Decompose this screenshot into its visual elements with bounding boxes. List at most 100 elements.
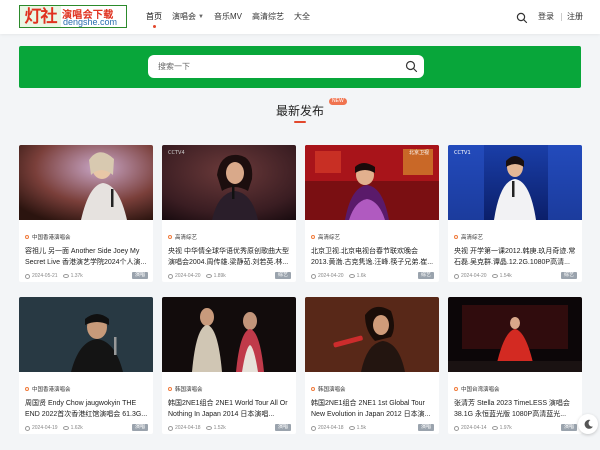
video-card[interactable]: 北京卫视 高清综艺 北京卫视.北京电视台春节联欢晚会2013.黄渤.古克隽逸.汪… — [305, 145, 439, 282]
theme-toggle-button[interactable] — [578, 414, 598, 434]
type-tag[interactable]: 综艺 — [417, 272, 434, 279]
category-dot-icon — [25, 235, 29, 239]
category-text: 高清综艺 — [175, 235, 198, 241]
card-meta: 2024-04-20 1.89k — [168, 273, 292, 279]
clock-icon — [25, 273, 30, 279]
register-link[interactable]: 注册 — [567, 0, 583, 34]
card-meta: 2024-05-21 1.37k — [25, 273, 149, 279]
card-title[interactable]: 央视 开学第一课2012.韩庚.玖月奇迹.常石磊.吴克群.谭晶.12.2G.10… — [454, 246, 578, 268]
post-date: 2024-04-20 — [318, 273, 344, 279]
moon-icon — [584, 419, 593, 429]
site-logo[interactable]: 灯社 演唱会下载 dengshe.com — [19, 5, 127, 28]
type-tag[interactable]: 演唱 — [131, 424, 148, 431]
eye-icon — [348, 274, 355, 278]
thumbnail[interactable] — [448, 297, 582, 372]
search-submit-icon[interactable] — [405, 60, 418, 73]
clock-icon — [168, 273, 173, 279]
category-dot-icon — [454, 387, 458, 391]
search-box — [148, 55, 424, 78]
type-tag[interactable]: 演唱 — [417, 424, 434, 431]
category-label[interactable]: 中国香港演唱会 — [25, 385, 71, 393]
category-text: 高清综艺 — [461, 235, 484, 241]
type-tag[interactable]: 演唱 — [560, 424, 577, 431]
clock-icon — [168, 425, 173, 431]
type-tag[interactable]: 综艺 — [560, 272, 577, 279]
chevron-down-icon: ▼ — [198, 14, 204, 20]
thumbnail[interactable]: 北京卫视 — [305, 145, 439, 220]
view-count: 1.6k — [356, 273, 367, 279]
thumbnail[interactable]: CCTV4 — [162, 145, 296, 220]
nav-label: 高清综艺 — [251, 12, 284, 21]
thumbnail[interactable] — [19, 297, 153, 372]
post-date: 2024-04-20 — [175, 273, 201, 279]
thumbnail[interactable] — [305, 297, 439, 372]
video-card[interactable]: 中国香港演唱会 容祖儿 另一面 Another Side Joey My Sec… — [19, 145, 153, 282]
category-dot-icon — [311, 387, 315, 391]
video-card[interactable]: 中国台湾演唱会 张清芳 Stella 2023 TimeLESS 演唱会 38.… — [448, 297, 582, 434]
nav-item-concerts[interactable]: 演唱会 ▼ — [172, 0, 204, 34]
card-title[interactable]: 韩国2NE1组合 2NE1 1st Global Tour New Evolut… — [311, 398, 435, 420]
view-count: 1.97k — [499, 425, 512, 431]
category-dot-icon — [168, 235, 172, 239]
category-label[interactable]: 高清综艺 — [168, 233, 197, 241]
post-date: 2024-04-19 — [32, 425, 58, 431]
nav-label: 首页 — [146, 12, 162, 21]
type-tag[interactable]: 演唱 — [131, 272, 148, 279]
video-card[interactable]: 中国香港演唱会 周国贤 Endy Chow jaugwokyin THE END… — [19, 297, 153, 434]
clock-icon — [454, 425, 459, 431]
category-label[interactable]: 韩国演唱会 — [311, 385, 346, 393]
clock-icon — [311, 273, 316, 279]
search-icon[interactable] — [516, 11, 528, 24]
category-text: 韩国演唱会 — [318, 387, 346, 393]
title-underline — [294, 121, 306, 123]
clock-icon — [25, 425, 30, 431]
category-dot-icon — [168, 387, 172, 391]
nav-item-hd-variety[interactable]: 高清综艺 — [252, 0, 284, 34]
post-date: 2024-05-21 — [32, 273, 58, 279]
nav-item-all[interactable]: 大全 — [294, 0, 310, 34]
video-card[interactable]: CCTV4 高清综艺 央视 中华情全球华语优秀原创歌曲大型演唱会2004.周传雄… — [162, 145, 296, 282]
eye-icon — [62, 274, 69, 278]
category-label[interactable]: 中国香港演唱会 — [25, 233, 71, 241]
eye-icon — [348, 426, 355, 430]
svg-text:北京卫视: 北京卫视 — [409, 149, 429, 156]
category-dot-icon — [25, 387, 29, 391]
category-label[interactable]: 高清综艺 — [311, 233, 340, 241]
nav-label: 大全 — [293, 12, 310, 21]
category-label[interactable]: 高清综艺 — [454, 233, 483, 241]
card-title[interactable]: 周国贤 Endy Chow jaugwokyin THE END 2022首次香… — [25, 398, 149, 420]
type-tag[interactable]: 综艺 — [274, 272, 291, 279]
nav-label: 音乐MV — [213, 12, 242, 21]
category-text: 韩国演唱会 — [175, 387, 203, 393]
category-dot-icon — [454, 235, 458, 239]
thumbnail[interactable]: CCTV1 — [448, 145, 582, 220]
video-card[interactable]: 韩国演唱会 韩国2NE1组合 2NE1 World Tour All Or No… — [162, 297, 296, 434]
logo-domain-text: dengshe.com — [63, 17, 118, 27]
thumbnail[interactable] — [162, 297, 296, 372]
svg-text:CCTV1: CCTV1 — [454, 150, 471, 156]
category-label[interactable]: 中国台湾演唱会 — [454, 385, 500, 393]
type-tag[interactable]: 演唱 — [274, 424, 291, 431]
video-card[interactable]: 韩国演唱会 韩国2NE1组合 2NE1 1st Global Tour New … — [305, 297, 439, 434]
category-dot-icon — [311, 235, 315, 239]
card-title[interactable]: 北京卫视.北京电视台春节联欢晚会2013.黄渤.古克隽逸.汪峰.筷子兄弟.崔..… — [311, 246, 435, 268]
view-count: 1.5k — [356, 425, 367, 431]
view-count: 1.89k — [213, 273, 226, 279]
card-title[interactable]: 央视 中华情全球华语优秀原创歌曲大型演唱会2004.周传雄.梁静茹.刘若英.林.… — [168, 246, 292, 268]
card-title[interactable]: 容祖儿 另一面 Another Side Joey My Secret Live… — [25, 246, 149, 268]
login-link[interactable]: 登录 — [538, 0, 554, 34]
card-title[interactable]: 韩国2NE1组合 2NE1 World Tour All Or Nothing … — [168, 398, 292, 420]
thumbnail[interactable] — [19, 145, 153, 220]
nav-item-music-mv[interactable]: 音乐MV — [214, 0, 242, 34]
eye-icon — [491, 274, 498, 278]
nav-item-home[interactable]: 首页 — [146, 0, 162, 34]
section-title-text: 最新发布 — [275, 104, 324, 118]
post-date: 2024-04-20 — [461, 273, 487, 279]
video-card[interactable]: CCTV1 高清综艺 央视 开学第一课2012.韩庚.玖月奇迹.常石磊.吴克群.… — [448, 145, 582, 282]
eye-icon — [205, 426, 212, 430]
category-label[interactable]: 韩国演唱会 — [168, 385, 203, 393]
category-text: 高清综艺 — [318, 235, 341, 241]
search-input[interactable] — [158, 55, 398, 78]
view-count: 1.62k — [70, 425, 83, 431]
card-title[interactable]: 张清芳 Stella 2023 TimeLESS 演唱会 38.1G 永恒蓝光版… — [454, 398, 578, 420]
